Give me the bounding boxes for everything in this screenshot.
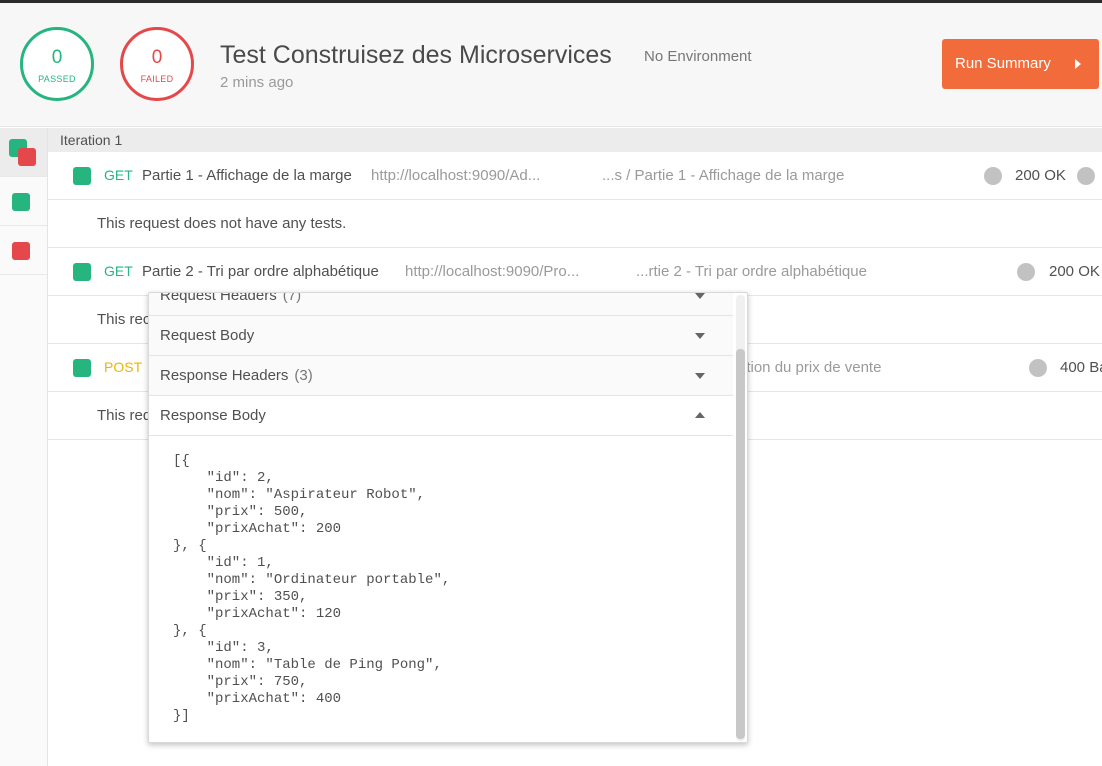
run-summary-button[interactable]: Run Summary (942, 39, 1099, 89)
response-size-dot-icon (1077, 167, 1095, 185)
run-timestamp: 2 mins ago (220, 74, 294, 91)
chevron-up-icon (695, 412, 705, 418)
request-detail-panel: Request Headers (7) Request Body Response… (148, 292, 748, 743)
request-row[interactable]: GET Partie 2 - Tri par ordre alphabétiqu… (48, 248, 1102, 296)
pass-square-icon (12, 193, 30, 211)
request-method: POST (104, 359, 143, 375)
test-results-row: This request does not have any tests. (48, 201, 1102, 248)
request-url: http://localhost:9090/Ad... (371, 167, 541, 184)
test-results-note: This rec (97, 311, 151, 328)
response-time-dot-icon (984, 167, 1002, 185)
run-title: Test Construisez des Microservices (220, 41, 612, 69)
run-header: 0 PASSED 0 FAILED Test Construisez des M… (0, 3, 1102, 127)
response-status: 200 OK (1049, 263, 1100, 280)
failed-counter: 0 FAILED (120, 27, 194, 101)
request-name: Partie 1 - Affichage de la marge (142, 167, 352, 184)
response-body-content: [{ "id": 2, "nom": "Aspirateur Robot", "… (173, 453, 451, 724)
request-headers-count: (7) (282, 292, 302, 304)
response-status: 400 Ba (1060, 359, 1102, 376)
fail-square-icon (18, 148, 36, 166)
request-name: Partie 2 - Tri par ordre alphabétique (142, 263, 379, 280)
response-headers-section[interactable]: Response Headers (3) (149, 356, 733, 396)
sidebar-item-passed[interactable] (0, 177, 47, 226)
response-headers-title: Response Headers (3) (160, 367, 313, 384)
request-status-icon (73, 359, 91, 377)
iteration-sidebar (0, 128, 48, 766)
request-status-icon (73, 167, 91, 185)
request-headers-label: Request Headers (160, 292, 277, 304)
request-url: http://localhost:9090/Pro... (405, 263, 580, 280)
scrollbar-thumb[interactable] (736, 349, 745, 739)
response-headers-label: Response Headers (160, 367, 289, 384)
request-body-label: Request Body (160, 327, 255, 344)
test-results-note: This req (97, 407, 152, 424)
failed-label: FAILED (140, 74, 174, 84)
response-time-dot-icon (1017, 263, 1035, 281)
sidebar-item-failed[interactable] (0, 226, 47, 275)
passed-counter: 0 PASSED (20, 27, 94, 101)
request-path: ...s / Partie 1 - Affichage de la marge (602, 167, 845, 184)
fail-square-icon (12, 242, 30, 260)
chevron-down-icon (695, 293, 705, 299)
chevron-down-icon (695, 333, 705, 339)
response-body-section[interactable]: Response Body (149, 396, 733, 436)
test-results-note: This request does not have any tests. (97, 215, 347, 232)
caret-right-icon (1075, 59, 1081, 69)
request-row[interactable]: GET Partie 1 - Affichage de la marge htt… (48, 152, 1102, 200)
response-status: 200 OK (1015, 167, 1066, 184)
request-method: GET (104, 167, 133, 183)
response-time-dot-icon (1029, 359, 1047, 377)
iteration-header: Iteration 1 (48, 128, 1102, 152)
request-path: ation du prix de vente (738, 359, 882, 376)
request-headers-title: Request Headers (7) (160, 292, 302, 304)
request-body-section[interactable]: Request Body (149, 316, 733, 356)
passed-count: 0 (51, 47, 63, 68)
request-method: GET (104, 263, 133, 279)
request-headers-section[interactable]: Request Headers (7) (149, 292, 733, 316)
sidebar-item-all[interactable] (0, 128, 47, 177)
chevron-down-icon (695, 373, 705, 379)
request-path: ...rtie 2 - Tri par ordre alphabétique (636, 263, 867, 280)
passed-label: PASSED (38, 74, 76, 84)
response-body-label: Response Body (160, 407, 266, 424)
response-headers-count: (3) (294, 367, 313, 384)
environment-label: No Environment (644, 48, 752, 65)
failed-count: 0 (151, 47, 163, 68)
run-summary-label: Run Summary (955, 55, 1051, 72)
request-status-icon (73, 263, 91, 281)
